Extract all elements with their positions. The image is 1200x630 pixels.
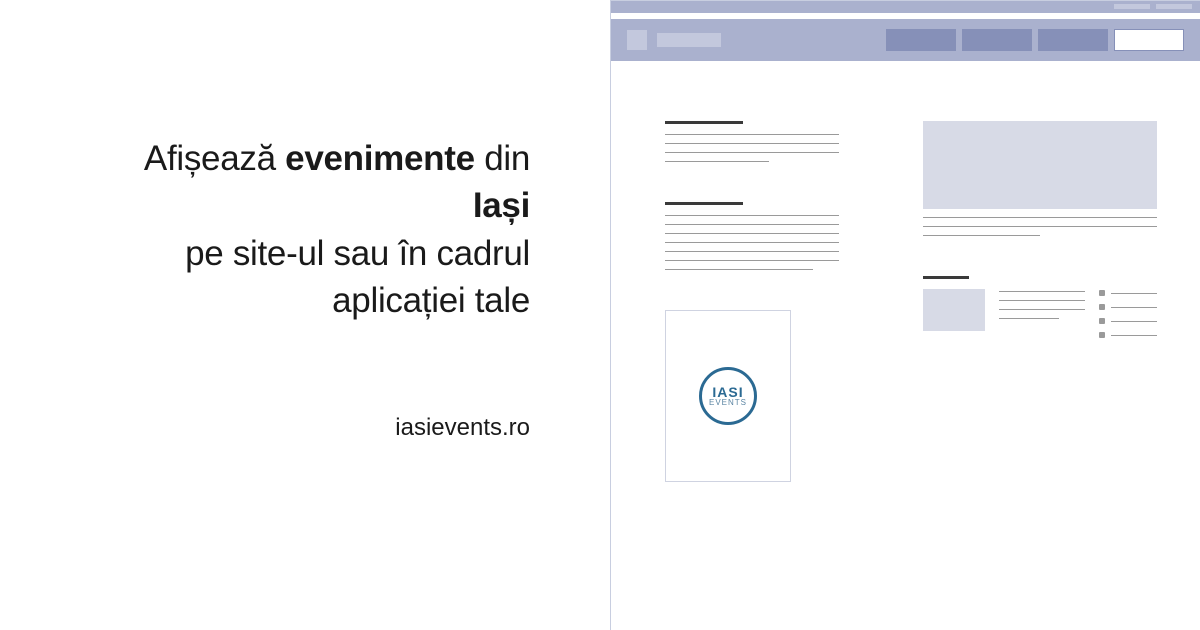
headline-bold-events: evenimente bbox=[285, 139, 475, 178]
side-article bbox=[923, 276, 1085, 331]
bullet-item bbox=[1099, 290, 1157, 296]
headline-part1: Afișează bbox=[144, 139, 285, 178]
mockup-topbar bbox=[611, 1, 1200, 13]
topbar-pill bbox=[1156, 4, 1192, 9]
bullet-item bbox=[1099, 318, 1157, 324]
nav-logo-placeholder bbox=[627, 30, 647, 50]
headline-line3: aplicației tale bbox=[332, 281, 530, 320]
text-line bbox=[665, 215, 839, 216]
bullet-text bbox=[1111, 321, 1157, 322]
logo-text-top: IASI bbox=[712, 385, 743, 399]
text-line bbox=[665, 134, 839, 135]
text-line bbox=[665, 152, 839, 153]
image-placeholder bbox=[923, 289, 985, 331]
mockup-left-column: IASI EVENTS bbox=[665, 121, 839, 482]
bullet-text bbox=[1111, 335, 1157, 336]
nav-tabs bbox=[886, 29, 1184, 51]
text-line bbox=[923, 226, 1157, 227]
text-line bbox=[923, 217, 1157, 218]
bullet-item bbox=[1099, 304, 1157, 310]
text-line bbox=[665, 242, 839, 243]
article-block bbox=[665, 202, 839, 270]
mockup-right-column bbox=[923, 121, 1157, 482]
nav-tab bbox=[1038, 29, 1108, 51]
heading-placeholder bbox=[923, 276, 969, 279]
bullet-text bbox=[1111, 307, 1157, 308]
headline-bold-city: Iași bbox=[473, 186, 530, 225]
text-line bbox=[665, 260, 839, 261]
heading-placeholder bbox=[665, 121, 743, 124]
bullet-text bbox=[1111, 293, 1157, 294]
text-line bbox=[665, 143, 839, 144]
mockup-navbar bbox=[611, 19, 1200, 61]
headline-part2: din bbox=[475, 139, 530, 178]
mini-text bbox=[999, 289, 1085, 327]
heading-placeholder bbox=[665, 202, 743, 205]
bullet-icon bbox=[1099, 304, 1105, 310]
nav-brand-area bbox=[627, 30, 721, 50]
image-placeholder bbox=[923, 121, 1157, 209]
article-block bbox=[665, 121, 839, 162]
bullet-icon bbox=[1099, 290, 1105, 296]
bullet-list bbox=[1099, 290, 1157, 338]
topbar-pill bbox=[1114, 4, 1150, 9]
text-line bbox=[923, 235, 1040, 236]
logo-text-bottom: EVENTS bbox=[709, 399, 747, 407]
bullet-item bbox=[1099, 332, 1157, 338]
headline-line2: pe site-ul sau în cadrul bbox=[185, 234, 530, 273]
nav-brand-placeholder bbox=[657, 33, 721, 47]
website-mockup: IASI EVENTS bbox=[610, 0, 1200, 630]
embed-widget: IASI EVENTS bbox=[665, 310, 791, 482]
nav-tab bbox=[962, 29, 1032, 51]
text-line bbox=[665, 161, 769, 162]
text-line bbox=[665, 269, 813, 270]
mockup-content: IASI EVENTS bbox=[611, 61, 1200, 482]
headline: Afișează evenimente din Iași pe site-ul … bbox=[95, 135, 530, 324]
text-line bbox=[999, 318, 1059, 319]
nav-tab bbox=[886, 29, 956, 51]
text-line bbox=[665, 251, 839, 252]
nav-tab-active bbox=[1114, 29, 1184, 51]
bullet-icon bbox=[1099, 318, 1105, 324]
bullet-icon bbox=[1099, 332, 1105, 338]
text-line bbox=[999, 300, 1085, 301]
featured-block bbox=[923, 121, 1157, 236]
site-url: iasievents.ro bbox=[95, 414, 530, 442]
text-line bbox=[999, 291, 1085, 292]
text-line bbox=[999, 309, 1085, 310]
text-line bbox=[665, 224, 839, 225]
iasi-events-logo: IASI EVENTS bbox=[699, 367, 757, 425]
text-line bbox=[665, 233, 839, 234]
side-row bbox=[923, 276, 1157, 338]
promo-text-panel: Afișează evenimente din Iași pe site-ul … bbox=[0, 0, 570, 442]
